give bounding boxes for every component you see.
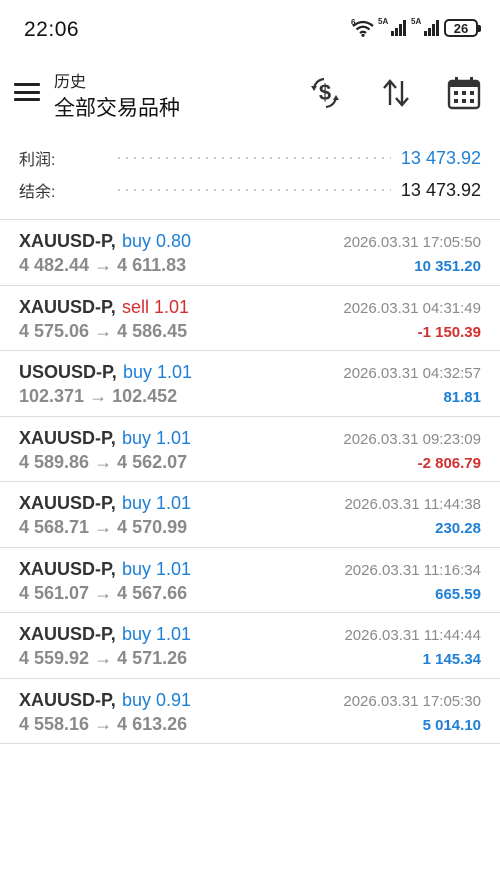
trade-symbol: XAUUSD-P, [19, 493, 116, 513]
trade-side: buy 1.01 [122, 493, 192, 513]
leader-dots [115, 157, 391, 159]
trade-time: 2026.03.31 04:32:57 [343, 365, 481, 382]
trade-side: buy 0.91 [122, 689, 192, 710]
trade-side: buy 1.01 [122, 558, 192, 579]
trade-symbol: USOUSD-P, [19, 362, 117, 382]
trade-row[interactable]: XAUUSD-P, buy 1.01 4 561.07 → 4 567.66 2026… [0, 548, 500, 613]
svg-text:$: $ [319, 80, 331, 105]
wifi-label: 6 [351, 19, 356, 27]
trade-history-list: XAUUSD-P, buy 0.80 4 482.44 → 4 611.83 2026… [0, 220, 500, 744]
trade-symbol: XAUUSD-P, [19, 558, 116, 579]
signal-label-sim2: 5A [411, 17, 422, 26]
sort-icon[interactable] [377, 74, 415, 112]
trade-row[interactable]: USOUSD-P, buy 1.01 102.371 → 102.452 2026.0… [0, 351, 500, 417]
status-time: 22:06 [24, 18, 80, 41]
trade-profit: 665.59 [435, 585, 481, 603]
trade-side: buy 0.80 [122, 231, 192, 251]
profit-row: 利润: 13 473.92 [19, 143, 481, 173]
status-icons: 6 5A 5A 26 [351, 17, 481, 37]
trade-row[interactable]: XAUUSD-P, buy 1.01 4 559.92 → 4 571.26 2026… [0, 613, 500, 679]
trade-symbol: XAUUSD-P, [19, 231, 116, 251]
wifi-icon: 6 [351, 18, 374, 37]
trade-profit: 5 014.10 [422, 716, 481, 734]
signal-icon-sim2: 5A [411, 17, 439, 36]
balance-row: 结余: 13 473.92 [19, 175, 481, 205]
signal-label-sim1: 5A [378, 17, 389, 26]
page-subtitle: 历史 [54, 74, 87, 91]
trade-time: 2026.03.31 11:44:44 [344, 627, 481, 644]
trade-prices: 4 575.06 → 4 586.45 [19, 320, 188, 341]
trade-row[interactable]: XAUUSD-P, sell 1.01 4 575.06 → 4 586.45 202… [0, 286, 500, 351]
trade-prices: 102.371 → 102.452 [19, 386, 178, 406]
trade-symbol: XAUUSD-P, [19, 689, 116, 710]
battery-icon: 26 [444, 19, 481, 37]
trade-time: 2026.03.31 04:31:49 [343, 299, 481, 317]
battery-level: 26 [453, 20, 469, 36]
trade-profit: -1 150.39 [417, 323, 481, 341]
summary-panel: 利润: 13 473.92 结余: 13 473.92 [0, 140, 500, 220]
trade-side: buy 1.01 [122, 624, 192, 644]
app-toolbar: 历史 全部交易品种 $ [0, 60, 500, 130]
trade-time: 2026.03.31 17:05:30 [343, 692, 481, 710]
profit-value: 13 473.92 [400, 147, 481, 168]
trade-side: buy 1.01 [123, 362, 193, 382]
trade-symbol: XAUUSD-P, [19, 624, 116, 644]
trade-symbol: XAUUSD-P, [19, 296, 116, 317]
trade-profit: 10 351.20 [414, 258, 481, 275]
symbol-filter-title[interactable]: 全部交易品种 [54, 92, 180, 122]
trade-prices: 4 568.71 → 4 570.99 [19, 517, 188, 537]
trade-row[interactable]: XAUUSD-P, buy 0.80 4 482.44 → 4 611.83 2026… [0, 220, 500, 286]
trade-side: buy 1.01 [122, 427, 192, 448]
trade-prices: 4 559.92 → 4 571.26 [19, 648, 188, 668]
trade-side: sell 1.01 [122, 296, 190, 317]
trade-time: 2026.03.31 09:23:09 [343, 430, 481, 448]
trade-row[interactable]: XAUUSD-P, buy 0.91 4 558.16 → 4 613.26 2026… [0, 679, 500, 744]
trade-profit: 1 145.34 [422, 651, 481, 668]
leader-dots [115, 189, 391, 191]
menu-icon[interactable] [14, 80, 40, 104]
currency-exchange-icon[interactable]: $ [306, 74, 344, 112]
balance-label: 结余: [19, 184, 56, 201]
calendar-icon[interactable] [445, 74, 483, 112]
profit-label: 利润: [19, 152, 56, 169]
trade-profit: 81.81 [443, 389, 481, 406]
trade-time: 2026.03.31 17:05:50 [343, 234, 481, 251]
trade-prices: 4 558.16 → 4 613.26 [19, 713, 188, 734]
trade-time: 2026.03.31 11:16:34 [344, 561, 481, 579]
trade-row[interactable]: XAUUSD-P, buy 1.01 4 568.71 → 4 570.99 2026… [0, 482, 500, 548]
trade-prices: 4 589.86 → 4 562.07 [19, 451, 188, 472]
signal-icon-sim1: 5A [378, 17, 406, 36]
trade-symbol: XAUUSD-P, [19, 427, 116, 448]
trade-profit: -2 806.79 [417, 454, 481, 472]
trade-time: 2026.03.31 11:44:38 [344, 496, 481, 513]
trade-row[interactable]: XAUUSD-P, buy 1.01 4 589.86 → 4 562.07 2026… [0, 417, 500, 482]
status-bar: 22:06 6 5A 5A 26 [0, 0, 500, 60]
trade-profit: 230.28 [435, 520, 481, 537]
balance-value: 13 473.92 [400, 179, 481, 200]
trade-prices: 4 482.44 → 4 611.83 [19, 255, 187, 275]
trade-prices: 4 561.07 → 4 567.66 [19, 582, 188, 603]
